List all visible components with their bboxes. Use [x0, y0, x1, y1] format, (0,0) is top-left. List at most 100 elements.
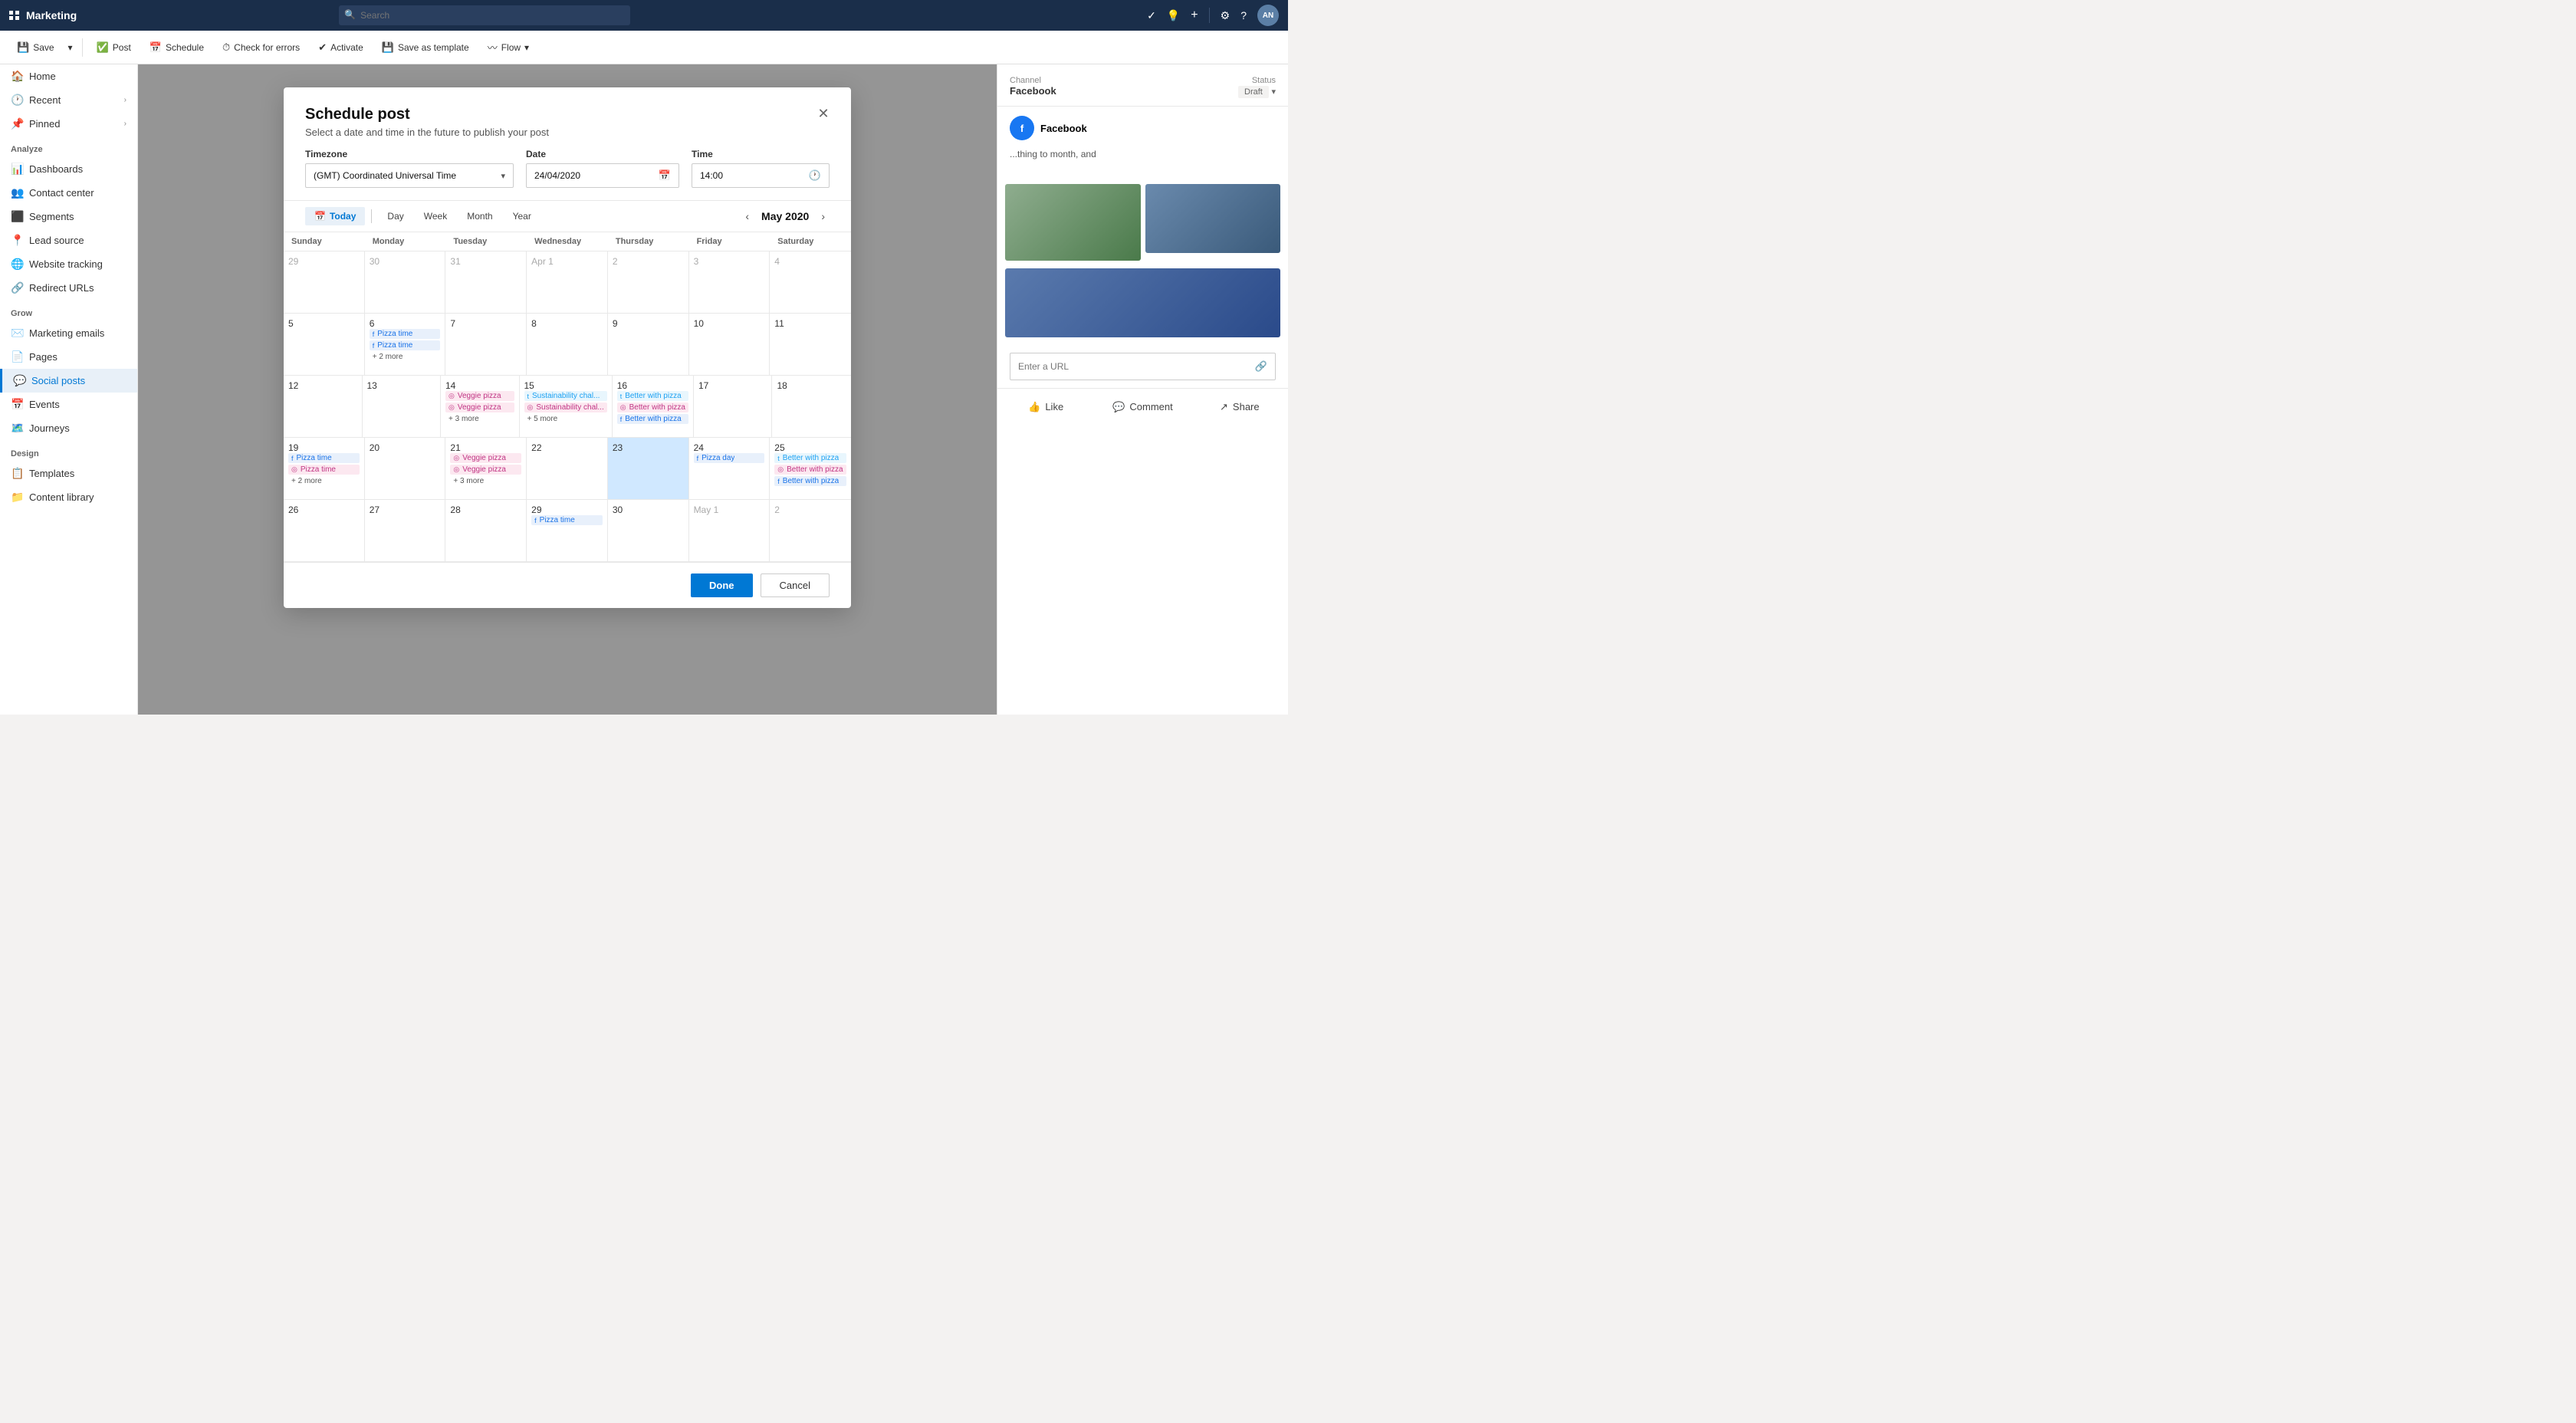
calendar-event[interactable]: f Pizza time: [531, 515, 603, 525]
calendar-event[interactable]: ◎ Veggie pizza: [450, 453, 521, 463]
calendar-event[interactable]: f Better with pizza: [617, 414, 688, 424]
url-input[interactable]: [1018, 361, 1250, 372]
cal-cell-14[interactable]: 14 ◎ Veggie pizza ◎ Veggie pizza + 3 mor…: [441, 376, 520, 437]
lightbulb-icon[interactable]: 💡: [1167, 9, 1180, 22]
tab-year[interactable]: Year: [504, 207, 540, 225]
cal-cell-apr1[interactable]: Apr 1: [527, 251, 608, 313]
calendar-event[interactable]: ◎ Veggie pizza: [445, 391, 514, 401]
more-events-link[interactable]: + 5 more: [524, 414, 607, 424]
cal-cell-29[interactable]: 29: [284, 251, 365, 313]
search-input[interactable]: [339, 5, 630, 25]
calendar-event[interactable]: f Pizza time: [370, 340, 441, 350]
next-month-button[interactable]: ›: [816, 207, 830, 225]
cal-cell-3[interactable]: 3: [689, 251, 770, 313]
calendar-event[interactable]: f Pizza time: [288, 453, 360, 463]
cal-cell-9[interactable]: 9: [608, 314, 689, 375]
time-input[interactable]: 14:00 🕐: [692, 163, 830, 188]
app-logo[interactable]: Marketing: [9, 9, 77, 21]
sidebar-item-events[interactable]: 📅 Events: [0, 393, 137, 416]
sidebar-item-marketing-emails[interactable]: ✉️ Marketing emails: [0, 321, 137, 345]
cal-cell-30[interactable]: 30: [365, 251, 446, 313]
cal-cell-18[interactable]: 18: [772, 376, 851, 437]
more-events-link[interactable]: + 3 more: [450, 476, 521, 486]
cal-cell-13[interactable]: 13: [363, 376, 442, 437]
cal-cell-28[interactable]: 28: [445, 500, 527, 561]
calendar-event[interactable]: t Sustainability chal...: [524, 391, 607, 401]
calendar-event[interactable]: ◎ Better with pizza: [774, 465, 846, 475]
tab-day[interactable]: Day: [378, 207, 412, 225]
cal-cell-11[interactable]: 11: [770, 314, 851, 375]
calendar-event[interactable]: ◎ Sustainability chal...: [524, 403, 607, 412]
save-button[interactable]: 💾 Save: [9, 38, 62, 58]
calendar-event[interactable]: f Pizza time: [370, 329, 441, 339]
sidebar-item-lead-source[interactable]: 📍 Lead source: [0, 228, 137, 252]
sidebar-item-contact-center[interactable]: 👥 Contact center: [0, 181, 137, 205]
cal-cell-20[interactable]: 20: [365, 438, 446, 499]
cal-cell-26[interactable]: 26: [284, 500, 365, 561]
prev-month-button[interactable]: ‹: [741, 207, 754, 225]
modal-close-button[interactable]: ✕: [811, 101, 836, 126]
cal-cell-16[interactable]: 16 t Better with pizza ◎ Better with piz…: [613, 376, 694, 437]
cal-cell-6[interactable]: 6 f Pizza time f Pizza time + 2 more: [365, 314, 446, 375]
more-events-link[interactable]: + 2 more: [288, 476, 360, 486]
sidebar-item-pages[interactable]: 📄 Pages: [0, 345, 137, 369]
sidebar-item-templates[interactable]: 📋 Templates: [0, 462, 137, 485]
comment-action[interactable]: 💬 Comment: [1094, 396, 1191, 418]
sidebar-item-pinned[interactable]: 📌 Pinned ›: [0, 112, 137, 136]
sidebar-item-home[interactable]: 🏠 Home: [0, 64, 137, 88]
sidebar-item-journeys[interactable]: 🗺️ Journeys: [0, 416, 137, 440]
post-button[interactable]: ✅ Post: [89, 38, 139, 58]
calendar-event[interactable]: ◎ Better with pizza: [617, 403, 688, 412]
cal-cell-31[interactable]: 31: [445, 251, 527, 313]
sidebar-item-social-posts[interactable]: 💬 Social posts: [0, 369, 137, 393]
calendar-event[interactable]: f Better with pizza: [774, 476, 846, 486]
cal-cell-19[interactable]: 19 f Pizza time ◎ Pizza time + 2 more: [284, 438, 365, 499]
date-input[interactable]: 24/04/2020 📅: [526, 163, 679, 188]
cal-cell-27[interactable]: 27: [365, 500, 446, 561]
share-action[interactable]: ↗ Share: [1191, 396, 1288, 418]
cal-cell-30[interactable]: 30: [608, 500, 689, 561]
flow-button[interactable]: 〰 Flow ▾: [480, 36, 537, 58]
done-button[interactable]: Done: [691, 573, 753, 597]
cal-cell-17[interactable]: 17: [694, 376, 773, 437]
calendar-event[interactable]: t Better with pizza: [774, 453, 846, 463]
cal-cell-12[interactable]: 12: [284, 376, 363, 437]
status-chevron[interactable]: ▾: [1271, 87, 1276, 97]
sidebar-item-redirect-urls[interactable]: 🔗 Redirect URLs: [0, 276, 137, 300]
cal-cell-5[interactable]: 5: [284, 314, 365, 375]
cal-cell-15[interactable]: 15 t Sustainability chal... ◎ Sustainabi…: [520, 376, 613, 437]
checkmark-icon[interactable]: ✓: [1147, 9, 1156, 22]
check-errors-button[interactable]: ⏱ Check for errors: [215, 38, 307, 58]
more-events-link[interactable]: + 3 more: [445, 414, 514, 424]
cal-cell-2[interactable]: 2: [608, 251, 689, 313]
cancel-button[interactable]: Cancel: [761, 573, 830, 597]
save-as-template-button[interactable]: 💾 Save as template: [374, 38, 477, 58]
help-icon[interactable]: ?: [1240, 9, 1247, 21]
calendar-event[interactable]: ◎ Veggie pizza: [450, 465, 521, 475]
cal-cell-8[interactable]: 8: [527, 314, 608, 375]
like-action[interactable]: 👍 Like: [997, 396, 1094, 418]
tab-month[interactable]: Month: [458, 207, 501, 225]
sidebar-item-website-tracking[interactable]: 🌐 Website tracking: [0, 252, 137, 276]
cal-cell-23[interactable]: 23: [608, 438, 689, 499]
sidebar-item-dashboards[interactable]: 📊 Dashboards: [0, 157, 137, 181]
avatar[interactable]: AN: [1257, 5, 1279, 26]
settings-icon[interactable]: ⚙: [1221, 9, 1230, 22]
cal-cell-4[interactable]: 4: [770, 251, 851, 313]
sidebar-item-segments[interactable]: ⬛ Segments: [0, 205, 137, 228]
sidebar-item-content-library[interactable]: 📁 Content library: [0, 485, 137, 509]
cal-cell-22[interactable]: 22: [527, 438, 608, 499]
sidebar-item-recent[interactable]: 🕐 Recent ›: [0, 88, 137, 112]
cal-cell-may1[interactable]: May 1: [689, 500, 770, 561]
calendar-event[interactable]: f Pizza day: [694, 453, 765, 463]
tab-today[interactable]: 📅 Today: [305, 207, 365, 225]
cal-cell-2b[interactable]: 2: [770, 500, 851, 561]
cal-cell-24[interactable]: 24 f Pizza day: [689, 438, 770, 499]
plus-icon[interactable]: +: [1191, 8, 1198, 22]
calendar-event[interactable]: ◎ Veggie pizza: [445, 403, 514, 412]
activate-button[interactable]: ✔ Activate: [310, 38, 371, 58]
cal-cell-7[interactable]: 7: [445, 314, 527, 375]
schedule-button[interactable]: 📅 Schedule: [142, 38, 212, 58]
calendar-event[interactable]: ◎ Pizza time: [288, 465, 360, 475]
tab-week[interactable]: Week: [415, 207, 456, 225]
